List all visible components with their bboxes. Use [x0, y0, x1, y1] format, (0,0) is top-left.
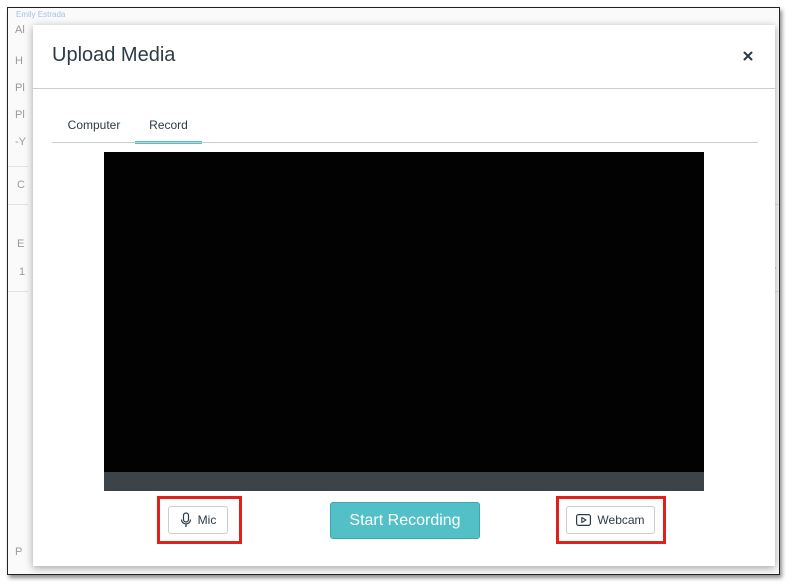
- tab-computer[interactable]: Computer: [56, 111, 132, 141]
- close-button[interactable]: [737, 45, 759, 67]
- mic-button-label: Mic: [197, 513, 217, 527]
- upload-media-dialog: Upload Media Computer Record Mic Start R…: [33, 25, 775, 566]
- microphone-icon: [180, 512, 192, 528]
- background-text-fragment: C: [17, 179, 25, 191]
- background-divider: [8, 204, 28, 205]
- background-text-fragment: Pl: [15, 109, 25, 121]
- background-user-name: Emily Estrada: [16, 10, 66, 19]
- background-text-fragment: 1: [19, 266, 26, 278]
- background-text-fragment: Pl: [15, 82, 25, 94]
- webcam-button-label: Webcam: [597, 513, 645, 527]
- screenshot-frame: Emily Estrada Al H Pl Pl -Y C E 1 7 P Up…: [7, 7, 780, 575]
- close-icon: [743, 51, 753, 61]
- webcam-button[interactable]: Webcam: [566, 506, 655, 534]
- start-recording-button[interactable]: Start Recording: [330, 502, 480, 539]
- header-divider: [33, 88, 775, 89]
- tabs-divider: [52, 142, 758, 143]
- play-video-icon: [576, 514, 592, 526]
- upload-tabs: Computer Record: [52, 111, 758, 144]
- background-text-fragment: Al: [15, 24, 25, 36]
- video-control-bar: [104, 472, 704, 491]
- background-divider: [8, 166, 28, 167]
- tab-record[interactable]: Record: [135, 111, 202, 144]
- background-text-fragment: -Y: [15, 136, 26, 148]
- mic-button[interactable]: Mic: [168, 506, 228, 534]
- background-text-fragment: P: [15, 546, 23, 558]
- background-divider: [8, 291, 28, 292]
- dialog-title: Upload Media: [52, 44, 176, 66]
- webcam-preview: [104, 152, 704, 491]
- background-text-fragment: H: [15, 55, 23, 67]
- background-text-fragment: E: [17, 238, 25, 250]
